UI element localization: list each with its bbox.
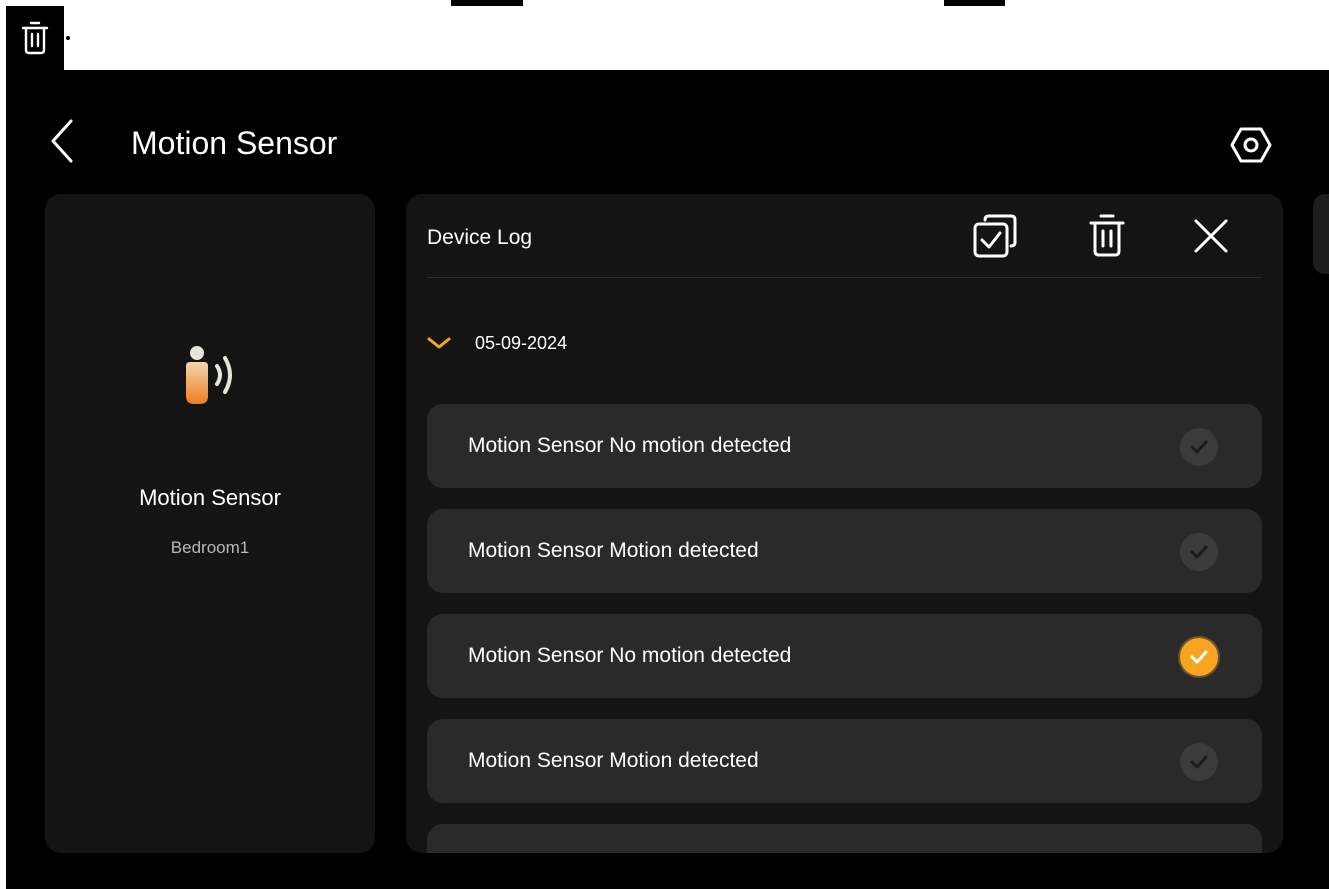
close-icon [1194,219,1228,253]
chevron-down-icon [427,337,451,349]
back-button[interactable] [42,116,82,166]
check-icon[interactable] [1180,533,1218,571]
delete-button[interactable] [1079,208,1135,264]
divider [427,277,1262,278]
hexagon-settings-icon [1230,127,1272,163]
check-icon[interactable] [1180,638,1218,676]
device-screen: Motion Sensor Motion Sensor Bedroom1 Dev… [6,70,1329,889]
motion-person-icon [173,342,253,422]
close-button[interactable] [1183,208,1239,264]
trash-icon[interactable] [6,6,64,70]
log-item[interactable]: Motion Sensor Motion detected [427,719,1262,803]
device-log-panel: Device Log 05-09-2024 Motion Sensor No m… [406,194,1283,853]
header: Motion Sensor [6,70,1329,194]
device-card: Motion Sensor Bedroom1 [45,194,375,853]
select-all-icon [973,214,1017,258]
log-item-text: Motion Sensor No motion detected [468,644,792,667]
log-item[interactable]: Motion Sensor No motion detected [427,404,1262,488]
check-icon[interactable] [1180,743,1218,781]
chevron-left-icon [51,119,73,163]
check-icon[interactable] [1180,428,1218,466]
page: Motion Sensor Motion Sensor Bedroom1 Dev… [0,0,1329,889]
page-title: Motion Sensor [131,125,338,161]
log-item-text: Motion Sensor Motion detected [468,539,759,562]
date-group-header[interactable]: 05-09-2024 [427,318,567,368]
dot [66,36,70,40]
log-title: Device Log [427,226,533,249]
top-strip [0,0,1329,70]
device-room: Bedroom1 [170,538,250,557]
strip-marker [944,0,1005,6]
log-item-text: Motion Sensor Motion detected [468,749,759,772]
log-item[interactable] [427,824,1262,853]
select-all-button[interactable] [967,208,1023,264]
log-item[interactable]: Motion Sensor No motion detected [427,614,1262,698]
log-item[interactable]: Motion Sensor Motion detected [427,509,1262,593]
side-panel-tab[interactable] [1313,194,1329,274]
trash-icon [1089,214,1125,257]
date-label: 05-09-2024 [475,332,568,353]
device-name: Motion Sensor [139,485,281,510]
log-item-text: Motion Sensor No motion detected [468,434,792,457]
settings-button[interactable] [1226,122,1276,168]
strip-marker [451,0,523,6]
